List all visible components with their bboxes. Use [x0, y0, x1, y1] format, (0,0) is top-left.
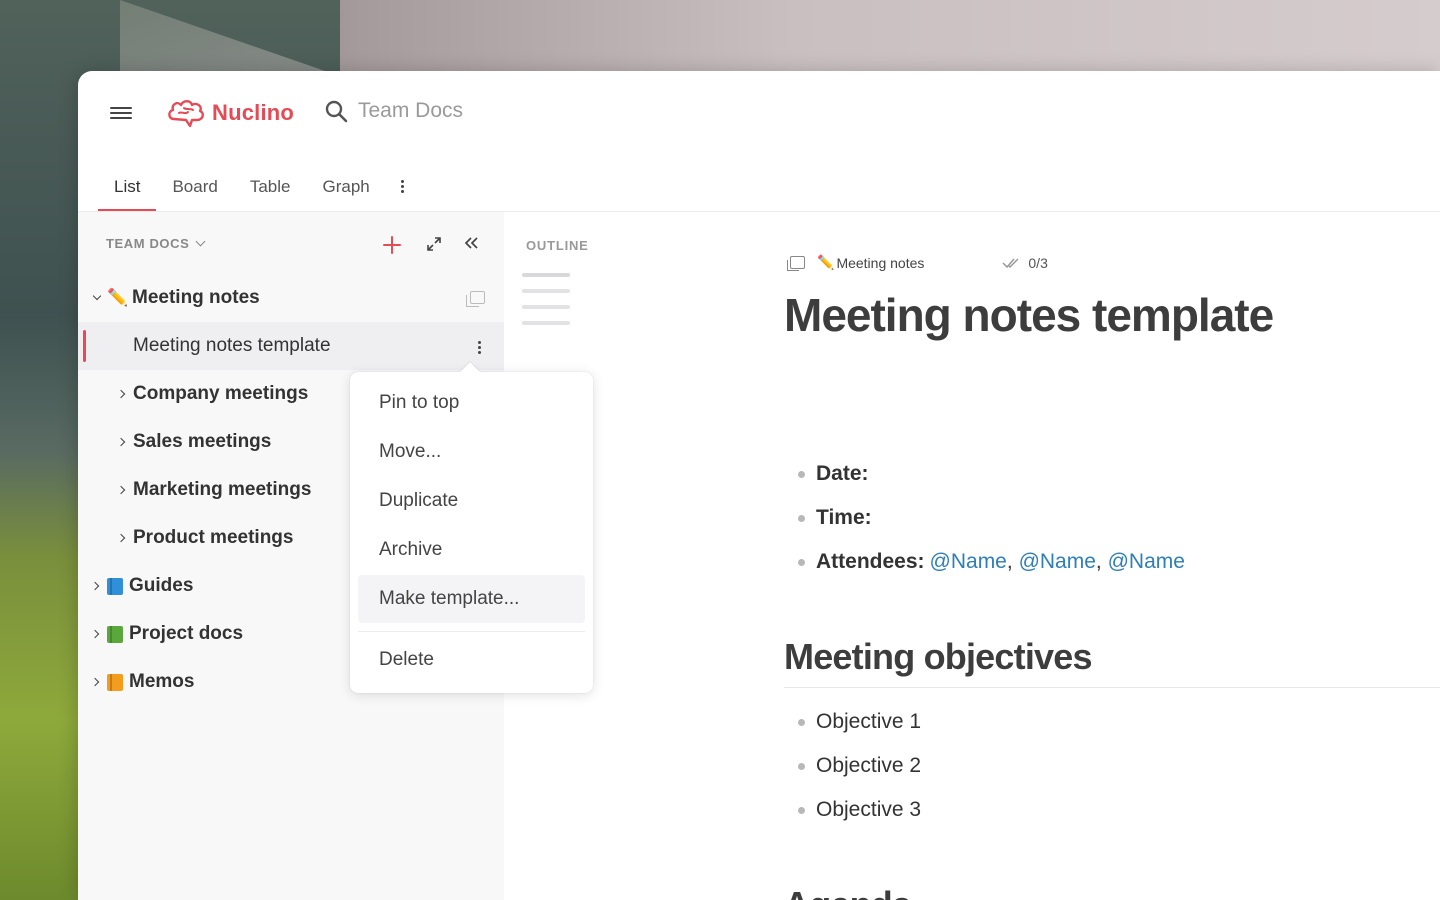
chevron-right-icon[interactable] [116, 437, 126, 447]
copy-icon[interactable] [466, 291, 485, 307]
page-title[interactable]: Meeting notes template [784, 288, 1274, 342]
outline-entry[interactable] [522, 305, 570, 309]
context-menu: Pin to top Move... Duplicate Archive Mak… [350, 372, 593, 693]
collapse-sidebar-icon[interactable] [462, 234, 480, 252]
list-item[interactable]: Date: [784, 452, 1185, 496]
hamburger-menu-icon[interactable] [110, 104, 132, 122]
app-window: Nuclino List Board Table Graph TEAM DOCS [78, 71, 1440, 900]
time-label: Time: [816, 506, 872, 529]
logo-text: Nuclino [212, 100, 295, 125]
mention-link[interactable]: @Name [1019, 550, 1096, 574]
sidebar-item-label: Sales meetings [133, 431, 272, 452]
sidebar-item-label: Company meetings [133, 383, 309, 404]
chevron-down-icon [195, 236, 206, 247]
sidebar-item-label: Project docs [129, 623, 244, 644]
pencil-icon: ✏️ [817, 254, 835, 270]
logo[interactable]: Nuclino [166, 97, 294, 129]
blue-book-icon [107, 577, 123, 595]
tab-board[interactable]: Board [156, 177, 233, 211]
mention-separator: , [1006, 550, 1013, 573]
menu-item-archive[interactable]: Archive [358, 526, 585, 574]
attendees-label: Attendees: [816, 550, 925, 573]
heading-agenda[interactable]: Agenda [784, 884, 912, 900]
heading-divider [784, 687, 1440, 688]
chevron-right-icon[interactable] [116, 533, 126, 543]
top-bar: Nuclino [78, 71, 1440, 156]
menu-item-duplicate[interactable]: Duplicate [358, 477, 585, 525]
outline-entry[interactable] [522, 321, 570, 325]
task-progress[interactable]: 0/3 [1002, 254, 1048, 271]
tab-list[interactable]: List [98, 177, 157, 211]
tab-graph[interactable]: Graph [306, 177, 385, 211]
sidebar-item-label: Product meetings [133, 527, 294, 548]
objectives-list: Objective 1 Objective 2 Objective 3 [784, 700, 921, 832]
date-label: Date: [816, 462, 869, 485]
chevron-down-icon[interactable] [92, 291, 102, 301]
sidebar-item-label: Meeting notes [132, 287, 260, 308]
menu-item-delete[interactable]: Delete [358, 636, 585, 684]
list-item[interactable]: Objective 1 [784, 700, 921, 744]
task-count: 0/3 [1028, 254, 1048, 271]
workspace-name: TEAM DOCS [106, 236, 190, 251]
green-book-icon [107, 625, 123, 643]
view-tabs: List Board Table Graph [98, 159, 418, 211]
orange-book-icon [107, 673, 123, 691]
document-area: ✏️ Meeting notes 0/3 Meeting notes templ… [784, 212, 1440, 900]
outline-entry[interactable] [522, 273, 570, 277]
chevron-right-icon[interactable] [116, 389, 126, 399]
menu-item-pin-to-top[interactable]: Pin to top [358, 379, 585, 427]
breadcrumb: ✏️ Meeting notes 0/3 [784, 254, 1048, 271]
chevron-right-icon[interactable] [90, 677, 100, 687]
mention-link[interactable]: @Name [930, 550, 1007, 574]
meta-list: Date: Time: Attendees: @Name, @Name, @Na… [784, 452, 1185, 584]
sidebar-item-label: Marketing meetings [133, 479, 312, 500]
copy-icon[interactable] [787, 256, 805, 271]
pencil-icon: ✏️ [107, 288, 129, 307]
menu-divider [358, 631, 585, 632]
chevron-right-icon[interactable] [116, 485, 126, 495]
sidebar-item-label: Meeting notes template [133, 335, 331, 356]
list-item[interactable]: Objective 2 [784, 744, 921, 788]
heading-objectives[interactable]: Meeting objectives [784, 636, 1092, 678]
sidebar-item-meeting-notes[interactable]: ✏️ Meeting notes [78, 274, 504, 322]
double-check-icon [1002, 257, 1019, 268]
list-item[interactable]: Objective 3 [784, 788, 921, 832]
sidebar-item-label: Memos [129, 671, 195, 692]
menu-item-move[interactable]: Move... [358, 428, 585, 476]
list-item[interactable]: Time: [784, 496, 1185, 540]
mention-separator: , [1095, 550, 1102, 573]
search-input[interactable] [358, 99, 618, 123]
sidebar-item-meeting-notes-template[interactable]: Meeting notes template [78, 322, 504, 370]
brain-logo-icon [168, 100, 205, 128]
list-item[interactable]: Attendees: @Name, @Name, @Name [784, 540, 1185, 584]
breadcrumb-parent[interactable]: Meeting notes [836, 255, 924, 271]
menu-item-make-template[interactable]: Make template... [358, 575, 585, 623]
sidebar-item-label: Guides [129, 575, 194, 596]
more-vertical-icon[interactable] [388, 171, 418, 201]
chevron-right-icon[interactable] [90, 629, 100, 639]
search-bar [324, 99, 618, 123]
outline-entry[interactable] [522, 289, 570, 293]
add-item-plus-icon[interactable] [381, 234, 403, 256]
search-icon[interactable] [324, 99, 348, 123]
tab-table[interactable]: Table [234, 177, 307, 211]
chevron-right-icon[interactable] [90, 581, 100, 591]
mention-link[interactable]: @Name [1108, 550, 1185, 574]
workspace-selector[interactable]: TEAM DOCS [106, 236, 206, 251]
more-vertical-icon[interactable] [478, 340, 481, 355]
expand-icon[interactable] [426, 236, 442, 252]
outline-title: OUTLINE [526, 238, 589, 253]
